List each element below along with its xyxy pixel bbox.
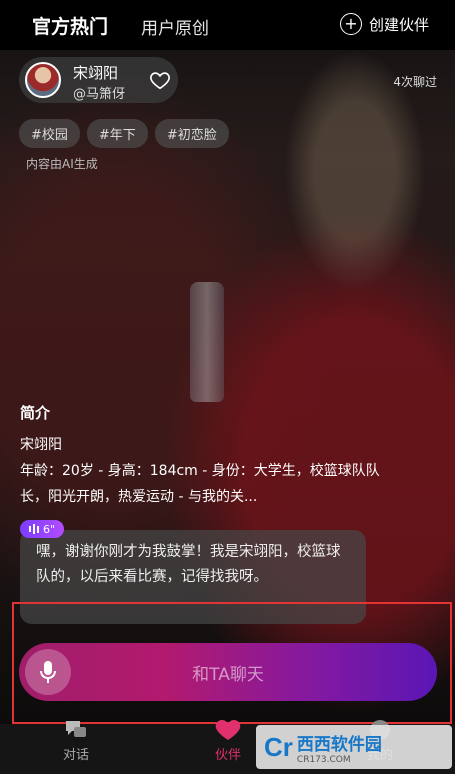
- nav-label-chat: 对话: [62, 748, 89, 763]
- watermark-title: 西西软件园: [296, 734, 382, 755]
- intro-title: 简介: [20, 404, 51, 422]
- nav-item-partner[interactable]: 伙伴: [198, 720, 258, 763]
- plus-icon: +: [340, 13, 362, 35]
- watermark-url: CR173.COM: [296, 754, 351, 765]
- character-profile-pill[interactable]: 宋翊阳 @马箫伢: [19, 57, 178, 103]
- character-handle: @马箫伢: [73, 87, 126, 102]
- tag-chip[interactable]: #校园: [19, 119, 80, 148]
- character-name: 宋翊阳: [73, 64, 119, 82]
- chat-icon: [66, 721, 86, 737]
- voice-play-badge[interactable]: 6": [20, 520, 65, 538]
- avatar[interactable]: [25, 62, 61, 98]
- chat-button-label: 和TA聊天: [192, 665, 264, 685]
- watermark-logo: Cr 西西软件园 CR173.COM: [256, 725, 452, 769]
- create-partner-label: 创建伙伴: [369, 15, 430, 34]
- ai-generated-note: 内容由AI生成: [26, 157, 98, 171]
- chat-count: 4次聊过: [393, 75, 437, 89]
- voice-wave-icon: [29, 524, 39, 534]
- voice-duration: 6": [43, 522, 56, 536]
- voice-message-text: 嘿，谢谢你刚才为我鼓掌！我是宋翊阳，校篮球队的，以后来看比赛，记得找我呀。: [36, 544, 341, 585]
- heart-icon: [215, 720, 241, 740]
- tag-list: #校园 #年下 #初恋脸: [19, 119, 229, 148]
- tab-user-original[interactable]: 用户原创: [141, 14, 209, 39]
- watermark-mark: Cr: [264, 731, 293, 762]
- tag-chip[interactable]: #初恋脸: [154, 119, 229, 148]
- tab-official-hot[interactable]: 官方热门: [32, 12, 108, 39]
- intro-name: 宋翊阳: [20, 437, 62, 453]
- top-bar: 官方热门 用户原创 + 创建伙伴: [0, 0, 455, 50]
- tag-chip[interactable]: #年下: [86, 119, 148, 148]
- heart-icon[interactable]: [149, 69, 171, 91]
- nav-label-partner: 伙伴: [214, 748, 241, 763]
- chat-with-ta-bar[interactable]: 和TA聊天: [19, 643, 437, 701]
- create-partner-button[interactable]: + 创建伙伴: [340, 13, 429, 35]
- intro-description[interactable]: 年龄：20岁 - 身高：184cm - 身份：大学生，校篮球队队长，阳光开朗，热…: [20, 458, 385, 510]
- nav-item-chat[interactable]: 对话: [46, 721, 106, 763]
